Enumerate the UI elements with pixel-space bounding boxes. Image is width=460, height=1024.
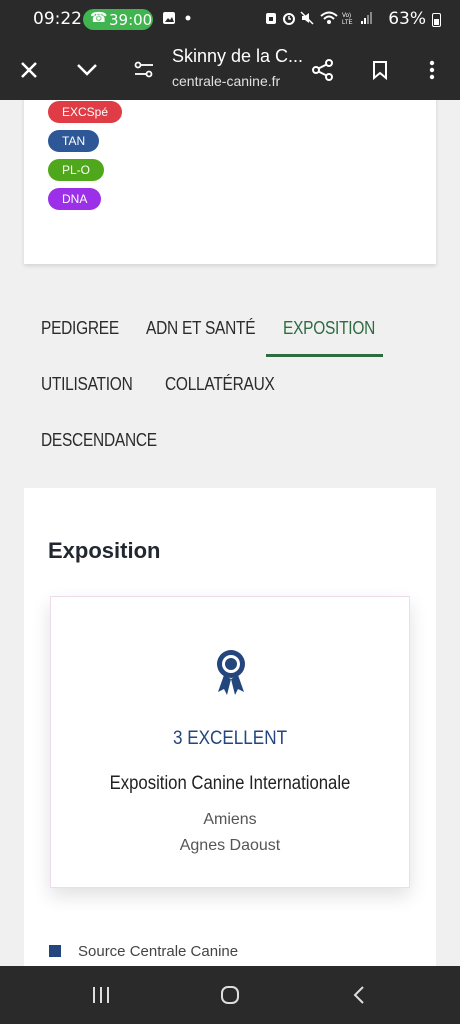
award-ribbon-icon bbox=[217, 650, 245, 695]
badge-tan: TAN bbox=[48, 130, 100, 152]
back-chevron-icon bbox=[353, 986, 364, 1004]
more-options-button[interactable] bbox=[412, 50, 452, 90]
active-tab-indicator bbox=[266, 354, 383, 357]
svg-text:LTE: LTE bbox=[342, 20, 353, 25]
mute-icon bbox=[300, 11, 314, 25]
close-icon bbox=[21, 62, 37, 78]
source-label: Source Centrale Canine bbox=[78, 943, 239, 960]
system-nav-bar bbox=[0, 966, 460, 1024]
source-bullet-icon bbox=[49, 945, 61, 957]
bookmark-icon bbox=[373, 61, 387, 80]
tab-descendance[interactable]: DESCENDANCE bbox=[41, 430, 157, 451]
more-vert-icon bbox=[429, 60, 435, 80]
more-notifications-dot-icon bbox=[185, 15, 191, 21]
badge-excspe: EXCSpé bbox=[48, 101, 123, 123]
badge-pl-o: PL-O bbox=[48, 159, 105, 181]
status-bar: 09:22 ☎ 39:00 Vo) LTE 63% bbox=[0, 0, 460, 40]
battery-icon bbox=[432, 13, 441, 27]
signal-icon bbox=[361, 12, 372, 24]
recent-apps-icon bbox=[93, 987, 109, 1003]
home-icon bbox=[221, 986, 239, 1004]
alarm-icon bbox=[283, 13, 295, 25]
gallery-notification-icon bbox=[163, 12, 175, 24]
event-city: Amiens bbox=[203, 811, 257, 828]
section-heading: Exposition bbox=[48, 538, 161, 563]
svg-text:Vo): Vo) bbox=[342, 13, 351, 19]
show-result-card[interactable]: 3 EXCELLENT Exposition Canine Internatio… bbox=[50, 596, 410, 888]
battery-percent: 63% bbox=[388, 9, 426, 29]
call-duration: 39:00 bbox=[109, 11, 153, 29]
tab-exposition[interactable]: EXPOSITION bbox=[283, 318, 375, 339]
bookmark-button[interactable] bbox=[360, 50, 400, 90]
custom-tab-toolbar: Skinny de la C... centrale-canine.fr bbox=[0, 40, 460, 100]
wifi-icon bbox=[320, 11, 338, 24]
lock-save-icon bbox=[266, 13, 276, 24]
badge-dna: DNA bbox=[48, 188, 102, 210]
page-content[interactable]: EXCSpé TAN PL-O DNA PEDIGREE ADN ET SANT… bbox=[0, 100, 460, 966]
minimize-button[interactable] bbox=[67, 50, 107, 90]
tab-pedigree[interactable]: PEDIGREE bbox=[41, 318, 119, 339]
site-settings-button[interactable] bbox=[124, 50, 164, 90]
close-button[interactable] bbox=[9, 50, 49, 90]
tab-utilisation[interactable]: UTILISATION bbox=[41, 374, 133, 395]
share-button[interactable] bbox=[303, 50, 343, 90]
event-name: Exposition Canine Internationale bbox=[109, 773, 351, 794]
phone-icon: ☎ bbox=[90, 10, 108, 26]
ongoing-call-pill[interactable]: ☎ 39:00 bbox=[83, 9, 153, 30]
status-time: 09:22 bbox=[33, 9, 82, 29]
back-button[interactable] bbox=[344, 980, 374, 1010]
tab-adn-et-sante[interactable]: ADN ET SANTÉ bbox=[146, 318, 256, 339]
tab-collateraux[interactable]: COLLATÉRAUX bbox=[165, 374, 275, 395]
result-rank: 3 EXCELLENT bbox=[172, 728, 288, 749]
home-button[interactable] bbox=[215, 980, 245, 1010]
share-icon bbox=[312, 59, 333, 81]
tune-icon bbox=[134, 61, 153, 78]
recent-apps-button[interactable] bbox=[86, 980, 116, 1010]
chevron-down-icon bbox=[77, 64, 97, 76]
page-url[interactable]: centrale-canine.fr bbox=[172, 73, 280, 89]
judge-name: Agnes Daoust bbox=[179, 837, 281, 854]
badges-card: EXCSpé TAN PL-O DNA bbox=[24, 100, 436, 264]
page-title: Skinny de la C... bbox=[172, 46, 304, 66]
volte-icon: Vo)LTE bbox=[342, 13, 353, 25]
